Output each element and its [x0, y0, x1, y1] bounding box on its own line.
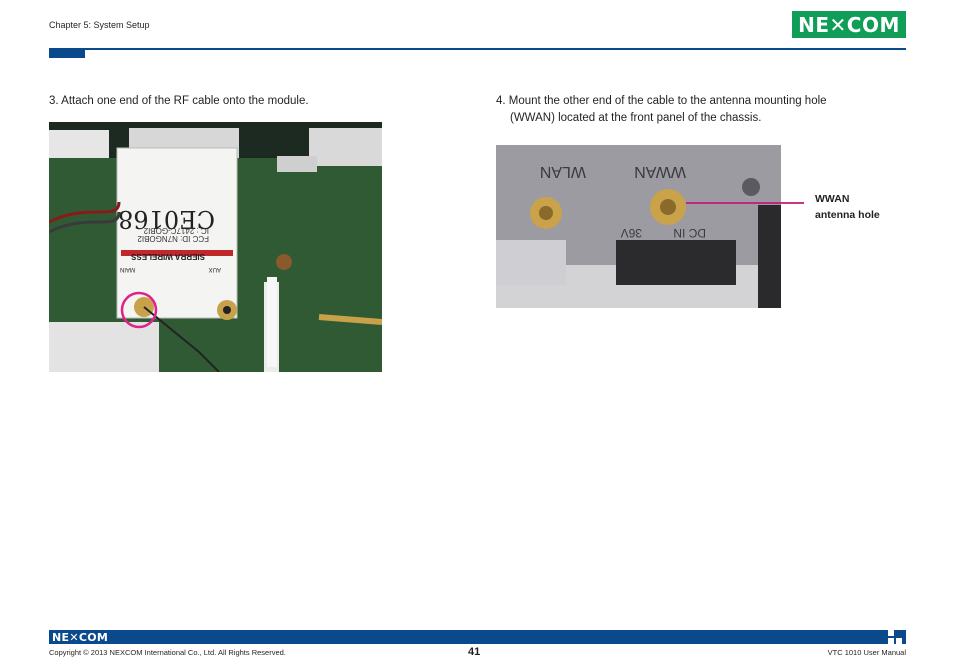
footer-logo: NE✕COM	[52, 630, 108, 644]
header-tab	[49, 49, 85, 58]
page-number: 41	[468, 646, 481, 658]
step-3-text: 3. Attach one end of the RF cable onto t…	[49, 95, 309, 107]
module-photo: CE0168 FCC ID: N7NGOBI2 IC : 2417C-GOBI2…	[49, 122, 382, 372]
callout-label: WWAN antenna hole	[815, 191, 880, 223]
callout-line	[686, 202, 804, 204]
aux-label: AUX	[209, 266, 221, 272]
dc-in-label: DC IN	[673, 226, 706, 240]
chassis-photo-drawing: WLAN WWAN DC IN 36V	[496, 145, 781, 308]
module-photo-drawing: CE0168 FCC ID: N7NGOBI2 IC : 2417C-GOBI2…	[49, 122, 382, 372]
step-4-line-2: (WWAN) located at the front panel of the…	[510, 112, 762, 124]
main-label: MAIN	[120, 266, 135, 272]
footer-squares-icon	[888, 630, 902, 644]
voltage-label: 36V	[621, 226, 642, 240]
wlan-label: WLAN	[540, 163, 586, 180]
step-4-line-1: 4. Mount the other end of the cable to t…	[496, 95, 827, 107]
nexcom-logo: NE✕COM	[792, 11, 906, 38]
footer-logo-text: NE✕COM	[52, 630, 109, 644]
chassis-photo: WLAN WWAN DC IN 36V	[496, 145, 781, 308]
chapter-title: Chapter 5: System Setup	[49, 20, 150, 30]
logo-text: NE✕COM	[798, 12, 900, 37]
manual-title: VTC 1010 User Manual	[827, 648, 906, 657]
copyright-text: Copyright © 2013 NEXCOM International Co…	[49, 648, 286, 657]
wwan-label: WWAN	[634, 163, 686, 180]
ic-id: IC : 2417C-GOBI2	[143, 226, 209, 235]
callout-line-1: WWAN	[815, 193, 850, 205]
callout-line-2: antenna hole	[815, 209, 880, 221]
step-4-text: 4. Mount the other end of the cable to t…	[496, 93, 896, 127]
footer-bar	[49, 630, 906, 644]
brand-label: SIERRA WIRELESS	[130, 252, 205, 261]
header-rule	[49, 48, 906, 50]
